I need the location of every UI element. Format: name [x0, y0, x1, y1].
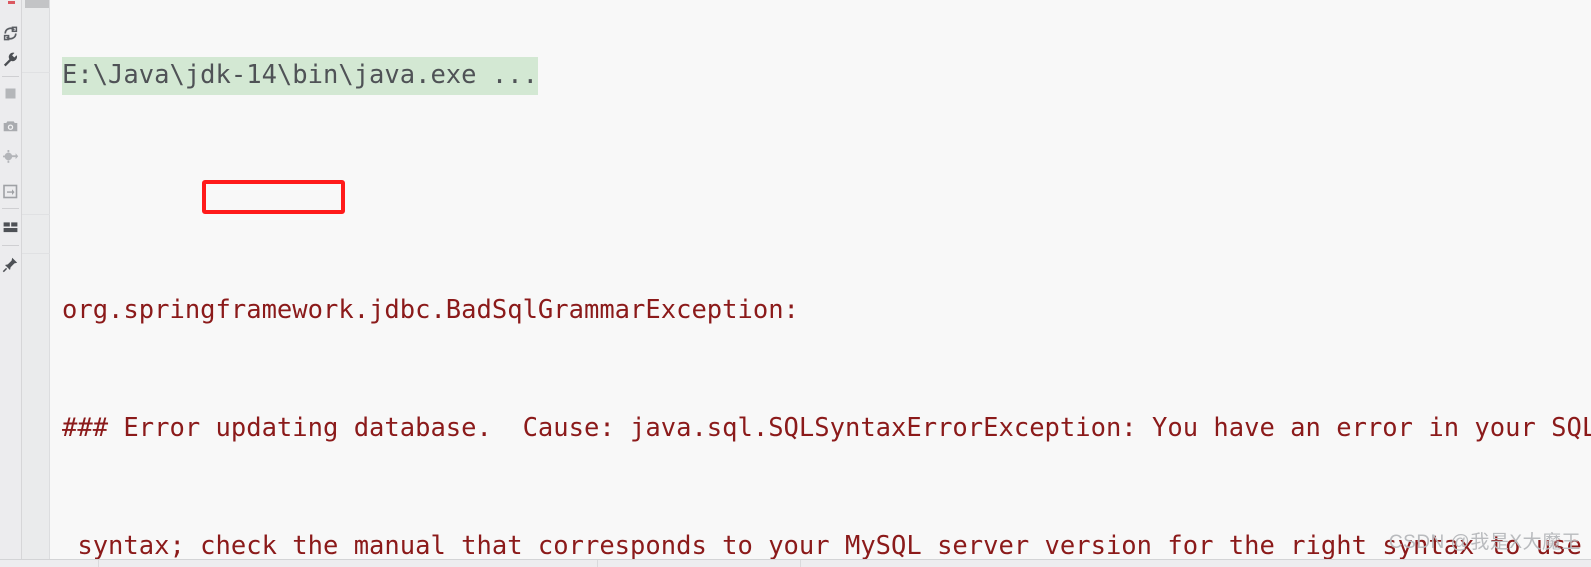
command-highlight: E:\Java\jdk-14\bin\java.exe ...	[62, 56, 538, 95]
console-text: E:\Java\jdk-14\bin\java.exe ... org.spri…	[50, 0, 1591, 567]
gutter-marker	[22, 214, 50, 215]
bug-exit-icon[interactable]	[0, 145, 21, 167]
gutter-marker	[22, 72, 50, 73]
rerun-icon[interactable]	[0, 0, 21, 8]
toolbar-divider-2	[2, 208, 19, 209]
gutter-marker	[22, 253, 50, 254]
export-icon[interactable]	[0, 180, 21, 202]
run-console-window: E:\Java\jdk-14\bin\java.exe ... org.spri…	[0, 0, 1591, 567]
pin-icon[interactable]	[0, 253, 21, 275]
console-line: ### Error updating database. Cause: java…	[62, 413, 1591, 444]
toolbar-divider	[2, 76, 19, 77]
console-line-blank	[50, 173, 1591, 212]
status-bar-divider	[98, 560, 99, 567]
layout-icon[interactable]	[0, 216, 21, 238]
console-gutter	[22, 0, 50, 567]
vertical-scrollbar-thumb[interactable]	[25, 0, 49, 8]
console-line: org.springframework.jdbc.BadSqlGrammarEx…	[62, 295, 799, 326]
toolbar-divider-3	[2, 245, 19, 246]
csdn-watermark: CSDN @我是X大魔王	[1388, 532, 1581, 553]
status-bar	[0, 559, 1591, 567]
run-toolbar	[0, 0, 22, 567]
status-bar-divider	[597, 560, 598, 567]
console-output-pane[interactable]: E:\Java\jdk-14\bin\java.exe ... org.spri…	[50, 0, 1591, 567]
stop-icon[interactable]	[0, 82, 21, 104]
status-bar-divider	[800, 560, 801, 567]
camera-icon[interactable]	[0, 115, 21, 137]
refresh-icon[interactable]	[0, 22, 21, 44]
wrench-icon[interactable]	[0, 48, 21, 70]
console-line-command: E:\Java\jdk-14\bin\java.exe ...	[50, 56, 1591, 95]
